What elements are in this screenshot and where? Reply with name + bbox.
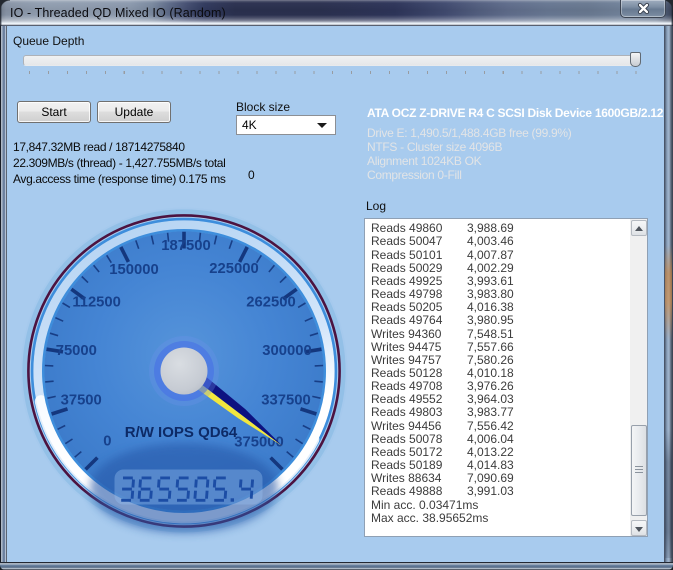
svg-text:37500: 37500 bbox=[61, 393, 102, 409]
svg-text:375000: 375000 bbox=[234, 435, 283, 451]
svg-text:262500: 262500 bbox=[246, 295, 295, 311]
svg-text:225000: 225000 bbox=[209, 261, 258, 277]
svg-text:R/W IOPS QD64: R/W IOPS QD64 bbox=[125, 424, 238, 441]
svg-text:337500: 337500 bbox=[261, 392, 310, 408]
svg-text:75000: 75000 bbox=[56, 343, 97, 359]
svg-text:112500: 112500 bbox=[72, 295, 121, 311]
svg-text:187500: 187500 bbox=[161, 238, 210, 254]
svg-text:300000: 300000 bbox=[262, 343, 311, 359]
svg-text:150000: 150000 bbox=[109, 262, 158, 278]
svg-text:0: 0 bbox=[103, 434, 111, 450]
